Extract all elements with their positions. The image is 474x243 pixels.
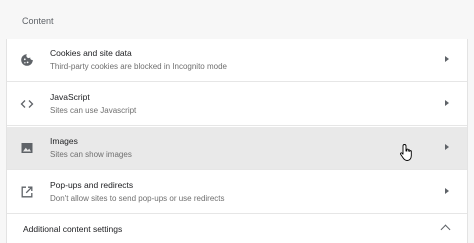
chevron-right-icon — [445, 100, 449, 106]
content-settings-card: Cookies and site data Third-party cookie… — [6, 39, 468, 243]
row-title: Images — [50, 136, 78, 146]
chevron-right-icon — [445, 188, 449, 194]
row-subtitle: Don't allow sites to send pop-ups or use… — [50, 194, 225, 203]
settings-page: Content Cookies and site data Third-part… — [0, 0, 474, 243]
code-icon — [20, 100, 34, 108]
additional-title: Additional content settings — [23, 224, 123, 234]
cookies-row[interactable]: Cookies and site data Third-party cookie… — [7, 39, 467, 82]
section-title: Content — [22, 16, 54, 26]
row-title: Pop-ups and redirects — [50, 180, 134, 190]
row-subtitle: Sites can use Javascript — [50, 106, 137, 115]
hand-cursor-icon — [400, 144, 412, 161]
row-title: JavaScript — [50, 92, 90, 102]
images-row[interactable]: Images Sites can show images — [7, 127, 467, 170]
open-in-new-icon — [21, 186, 33, 198]
chevron-right-icon — [445, 144, 449, 150]
javascript-row[interactable]: JavaScript Sites can use Javascript — [7, 83, 467, 126]
image-icon — [21, 143, 33, 153]
row-title: Cookies and site data — [50, 48, 132, 58]
row-subtitle: Sites can show images — [50, 150, 132, 159]
popups-row[interactable]: Pop-ups and redirects Don't allow sites … — [7, 171, 467, 214]
row-subtitle: Third-party cookies are blocked in Incog… — [50, 62, 227, 71]
chevron-right-icon — [445, 56, 449, 62]
additional-content-settings[interactable]: Additional content settings — [7, 216, 467, 243]
chevron-up-icon[interactable] — [440, 224, 451, 235]
cookie-icon — [21, 54, 33, 66]
